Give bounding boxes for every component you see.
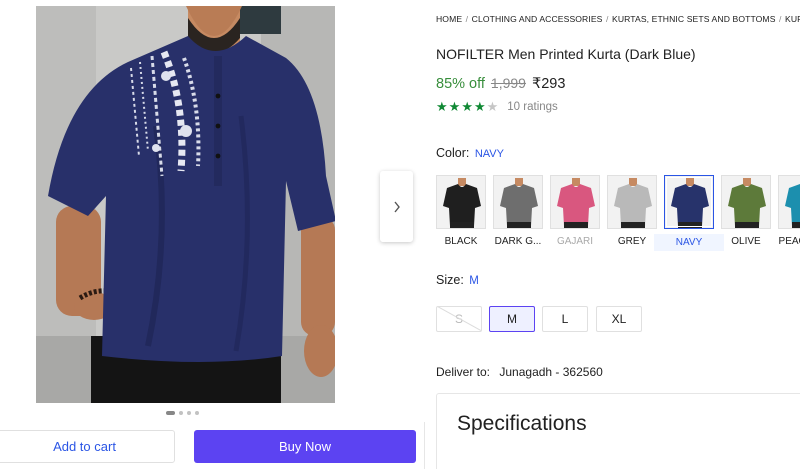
- color-option-black[interactable]: BLACK: [436, 175, 486, 255]
- size-label-text: Size:: [436, 273, 464, 287]
- delivery-label: Deliver to:: [436, 365, 491, 379]
- delivery-info: Deliver to: Junagadh - 362560: [436, 365, 603, 379]
- chevron-right-icon: [393, 201, 400, 212]
- carousel-next-button[interactable]: [380, 171, 413, 242]
- breadcrumb: HOME / CLOTHING AND ACCESSORIES / KURTAS…: [436, 14, 800, 24]
- star-icon: ★: [461, 99, 473, 114]
- product-image[interactable]: [36, 6, 335, 403]
- size-label: Size: M: [436, 273, 479, 287]
- carousel-indicator: [166, 411, 199, 415]
- kurta-photo: [36, 6, 335, 403]
- color-thumbnail: [493, 175, 543, 229]
- rating-row[interactable]: ★ ★ ★ ★ ★ 10 ratings: [436, 100, 558, 113]
- size-option-l[interactable]: L: [542, 306, 588, 332]
- color-option-peacock[interactable]: PEACOCK: [778, 175, 800, 255]
- carousel-dot[interactable]: [187, 411, 191, 415]
- add-to-cart-button[interactable]: Add to cart: [0, 430, 175, 463]
- discount-percent: 85% off: [436, 76, 485, 92]
- breadcrumb-kurtas[interactable]: KURTAS: [785, 14, 800, 24]
- breadcrumb-separator: /: [776, 14, 784, 24]
- divider: [424, 422, 425, 469]
- breadcrumb-separator: /: [463, 14, 471, 24]
- color-option-grey[interactable]: GREY: [607, 175, 657, 255]
- selected-color: NAVY: [474, 148, 504, 160]
- carousel-dot[interactable]: [166, 411, 175, 415]
- breadcrumb-clothing[interactable]: CLOTHING AND ACCESSORIES: [472, 14, 603, 24]
- color-thumbnail: [550, 175, 600, 229]
- color-thumbnail: [607, 175, 657, 229]
- original-price: 1,999: [490, 75, 526, 91]
- delivery-location[interactable]: Junagadh - 362560: [499, 365, 602, 379]
- carousel-dot[interactable]: [179, 411, 183, 415]
- specifications-title: Specifications: [457, 412, 587, 435]
- color-option-dark-g[interactable]: DARK G...: [493, 175, 543, 255]
- size-option-xl[interactable]: XL: [596, 306, 642, 332]
- color-option-navy[interactable]: NAVY: [654, 175, 724, 255]
- color-thumbnail: [436, 175, 486, 229]
- size-option-s[interactable]: S: [436, 306, 482, 332]
- color-option-label: PEACOCK: [778, 236, 800, 247]
- color-option-gajari[interactable]: GAJARI: [550, 175, 600, 255]
- selected-size: M: [469, 275, 479, 287]
- specifications-card[interactable]: Specifications: [436, 393, 800, 469]
- breadcrumb-kurtas-ethnic[interactable]: KURTAS, ETHNIC SETS AND BOTTOMS: [612, 14, 776, 24]
- star-icon: ★: [436, 99, 448, 114]
- product-title: NOFILTER Men Printed Kurta (Dark Blue): [436, 46, 696, 62]
- carousel-dot[interactable]: [195, 411, 199, 415]
- star-icon: ★: [473, 99, 486, 114]
- color-swatches: BLACKDARK G...GAJARIGREYNAVYOLIVE PEACOCK: [436, 175, 800, 255]
- selling-price: ₹293: [531, 76, 566, 92]
- star-icon: ★: [486, 99, 499, 114]
- breadcrumb-home[interactable]: HOME: [436, 14, 462, 24]
- color-label-text: Color:: [436, 146, 470, 160]
- color-option-olive[interactable]: OLIVE: [721, 175, 771, 255]
- color-thumbnail: [721, 175, 771, 229]
- ratings-count[interactable]: 10 ratings: [507, 101, 558, 113]
- breadcrumb-separator: /: [603, 14, 611, 24]
- star-icon: ★: [448, 99, 461, 114]
- price-row: 85% off 1,999 ₹293: [436, 75, 565, 92]
- color-thumbnail: [664, 175, 714, 229]
- color-thumbnail: [778, 175, 800, 229]
- star-rating: ★ ★ ★ ★ ★: [436, 100, 498, 113]
- color-label: Color: NAVY: [436, 146, 504, 160]
- size-option-m[interactable]: M: [489, 306, 535, 332]
- buy-now-button[interactable]: Buy Now: [194, 430, 416, 463]
